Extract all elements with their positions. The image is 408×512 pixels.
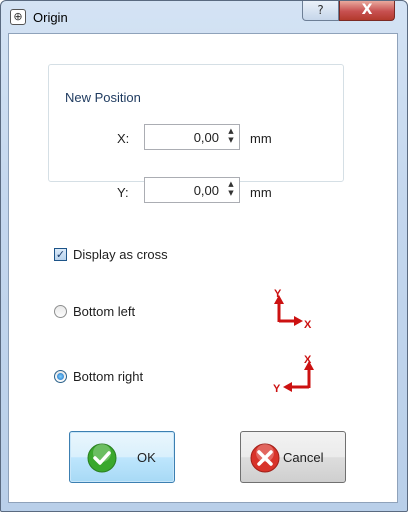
y-value[interactable]: 0,00 <box>194 183 219 198</box>
dialog-title: Origin <box>33 10 68 25</box>
title-bar[interactable]: ⊕ Origin ? X <box>1 1 407 33</box>
display-as-cross-label[interactable]: Display as cross <box>73 247 168 262</box>
new-position-group-title: New Position <box>61 90 145 105</box>
bottom-left-axes-icon: Y X <box>274 288 312 331</box>
bottom-left-radio[interactable] <box>54 305 67 318</box>
display-as-cross-checkbox[interactable]: ✓ <box>54 248 67 261</box>
help-button[interactable]: ? <box>302 1 339 21</box>
cancel-button-label: Cancel <box>283 450 324 465</box>
bottom-left-label[interactable]: Bottom left <box>73 304 135 319</box>
x-spinbox[interactable]: 0,00 ▲ ▼ <box>144 124 240 150</box>
bottom-right-radio[interactable] <box>54 370 67 383</box>
checkmark-icon <box>87 443 117 473</box>
bottom-left-y-axis-label: Y <box>274 288 282 300</box>
bottom-left-x-axis-label: X <box>304 319 312 331</box>
ok-button-label: OK <box>137 450 156 465</box>
y-spinbox[interactable]: 0,00 ▲ ▼ <box>144 177 240 203</box>
x-spin-arrows-icon[interactable]: ▲ ▼ <box>225 127 237 147</box>
bottom-right-x-axis-label: X <box>304 354 312 366</box>
x-circle-icon <box>250 443 280 473</box>
bottom-right-label[interactable]: Bottom right <box>73 369 143 384</box>
x-value[interactable]: 0,00 <box>194 130 219 145</box>
cancel-button[interactable]: Cancel <box>240 431 346 483</box>
origin-app-icon: ⊕ <box>10 9 26 25</box>
bottom-right-y-axis-label: Y <box>273 383 281 394</box>
y-spin-arrows-icon[interactable]: ▲ ▼ <box>225 180 237 200</box>
y-unit-label: mm <box>250 185 272 200</box>
close-button[interactable]: X <box>339 1 395 21</box>
ok-button[interactable]: OK <box>69 431 175 483</box>
x-field-label: X: <box>117 131 130 146</box>
x-unit-label: mm <box>250 131 272 146</box>
new-position-group <box>48 64 344 182</box>
y-field-label: Y: <box>117 185 129 200</box>
bottom-right-axes-icon: X Y <box>273 354 314 394</box>
